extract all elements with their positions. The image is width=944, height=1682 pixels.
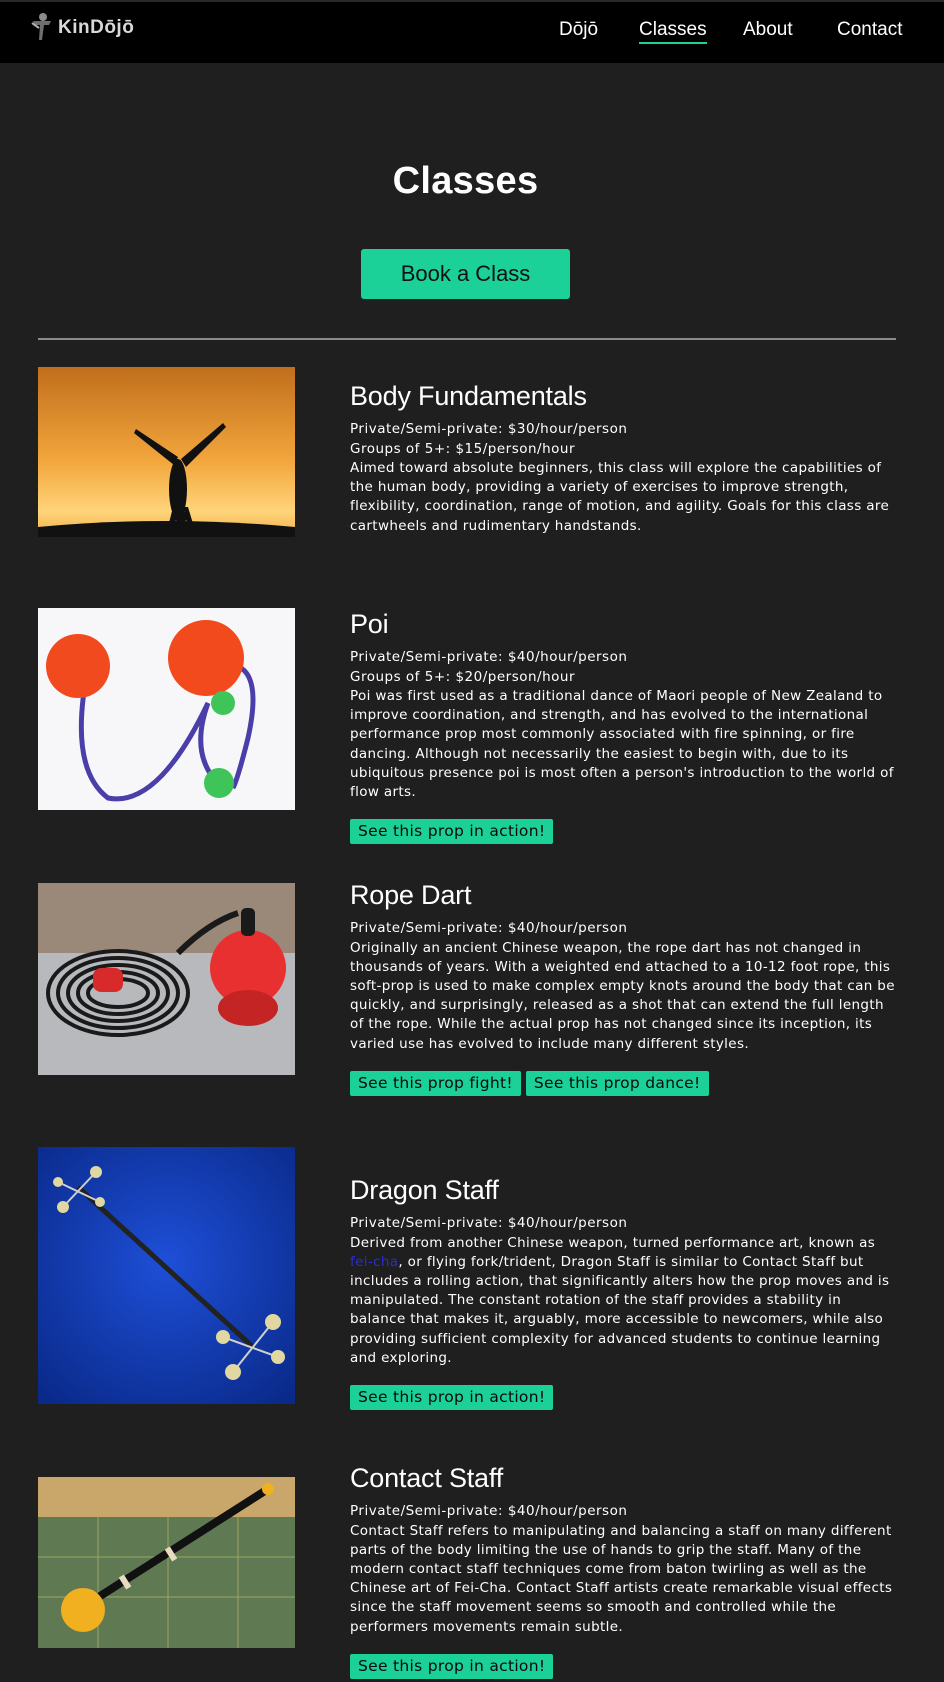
nav-classes[interactable]: Classes (639, 19, 707, 44)
book-class-button[interactable]: Book a Class (361, 249, 570, 299)
class-price: Private/Semi-private: $40/hour/person (350, 1215, 628, 1231)
class-title: Body Fundamentals (350, 381, 587, 411)
class-price: Private/Semi-private: $40/hour/person (350, 649, 628, 665)
class-price: Private/Semi-private: $30/hour/person (350, 421, 628, 437)
class-price: Groups of 5+: $20/person/hour (350, 668, 576, 685)
rope-dart-fight-button[interactable]: See this prop fight! (350, 1070, 521, 1096)
section-divider (38, 338, 896, 340)
description-text: Derived from another Chinese weapon, tur… (350, 1234, 876, 1251)
page-title: Classes (392, 160, 539, 202)
dragon-staff-image (38, 1147, 295, 1404)
nav-contact[interactable]: Contact (837, 19, 902, 41)
contact-staff-image (38, 1477, 295, 1648)
class-dragon-staff: Dragon Staff Private/Semi-private: $40/h… (350, 1174, 898, 1410)
class-price: Private/Semi-private: $40/hour/person (350, 1503, 628, 1519)
class-description: Derived from another Chinese weapon, tur… (350, 1234, 898, 1368)
class-description: Aimed toward absolute beginners, this cl… (350, 460, 890, 534)
fei-cha-link[interactable]: fei-cha (350, 1254, 398, 1270)
class-description: Originally an ancient Chinese weapon, th… (350, 939, 895, 1052)
site-logo[interactable]: KinDōjō (29, 11, 134, 45)
logo-text: KinDōjō (58, 17, 135, 38)
class-body-fundamentals: Body Fundamentals Private/Semi-private: … (350, 380, 898, 536)
top-navigation-bar: KinDōjō Dōjō Classes About Contact (0, 0, 944, 63)
description-text: , or flying fork/trident, Dragon Staff i… (350, 1253, 890, 1366)
dragon-staff-action-button[interactable]: See this prop in action! (350, 1384, 554, 1410)
logo-figure-icon (31, 13, 51, 40)
class-description: Poi was first used as a traditional danc… (350, 688, 894, 801)
class-title: Contact Staff (350, 1463, 503, 1493)
class-rope-dart: Rope Dart Private/Semi-private: $40/hour… (350, 879, 898, 1096)
nav-dojo[interactable]: Dōjō (559, 19, 598, 41)
class-price: Private/Semi-private: $40/hour/person (350, 920, 628, 936)
class-description: Contact Staff refers to manipulating and… (350, 1522, 893, 1635)
class-price: Groups of 5+: $15/person/hour (350, 440, 576, 457)
class-title: Poi (350, 609, 389, 639)
class-title: Rope Dart (350, 880, 472, 910)
rope-dart-image (38, 883, 295, 1075)
class-title: Dragon Staff (350, 1175, 499, 1205)
poi-action-button[interactable]: See this prop in action! (350, 819, 554, 845)
body-fundamentals-image (38, 367, 295, 537)
rope-dart-dance-button[interactable]: See this prop dance! (525, 1070, 709, 1096)
poi-image (38, 608, 295, 810)
class-contact-staff: Contact Staff Private/Semi-private: $40/… (350, 1462, 898, 1679)
nav-about[interactable]: About (743, 19, 793, 41)
contact-staff-action-button[interactable]: See this prop in action! (350, 1653, 554, 1679)
class-poi: Poi Private/Semi-private: $40/hour/perso… (350, 608, 898, 845)
